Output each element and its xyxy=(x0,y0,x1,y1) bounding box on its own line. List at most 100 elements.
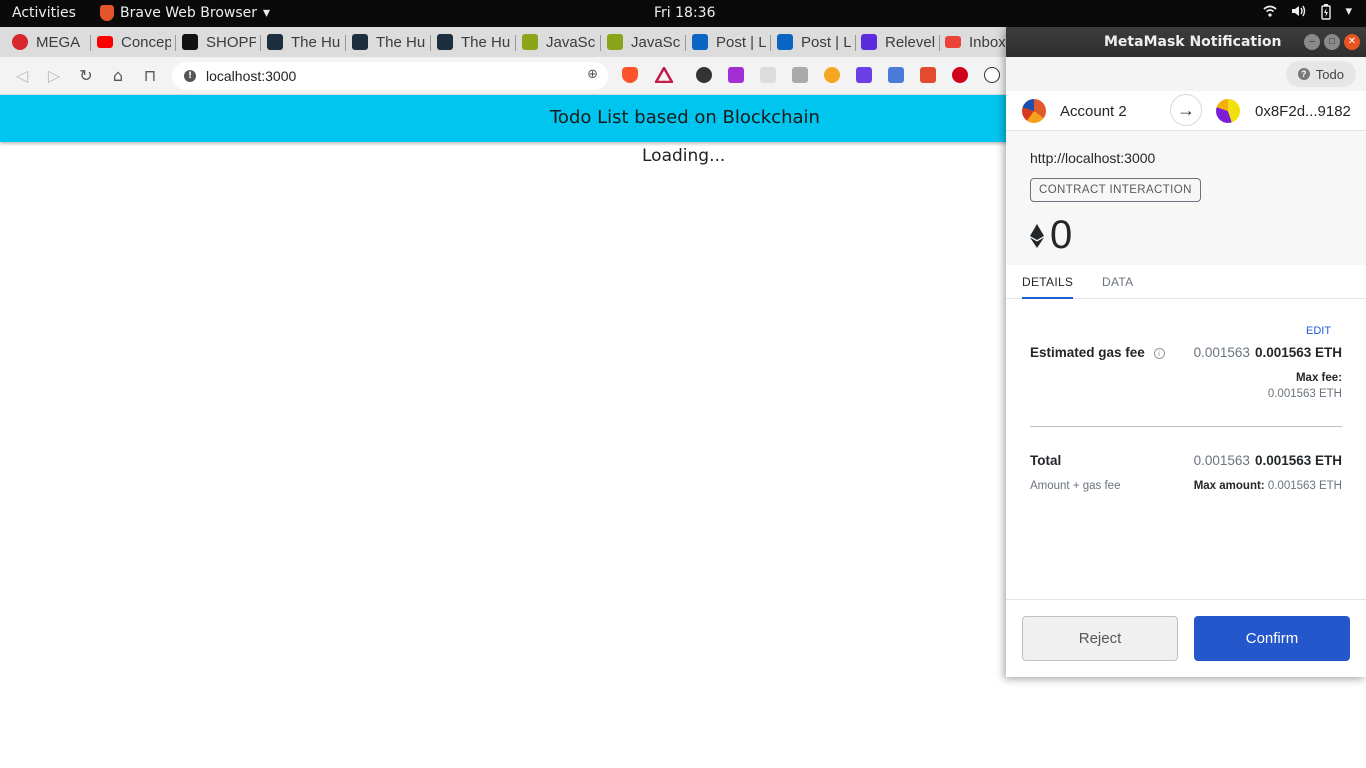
tab-linkedin-1[interactable]: Post | L xyxy=(692,27,766,57)
brave-rewards-icon[interactable] xyxy=(653,65,675,84)
confirm-button[interactable]: Confirm xyxy=(1194,616,1350,661)
tab-the-hub-1[interactable]: The Hu xyxy=(267,27,341,57)
linkedin-icon xyxy=(777,34,793,50)
tab-label: The Hu xyxy=(376,33,426,51)
tab-label: Concep xyxy=(121,33,171,51)
transaction-summary: http://localhost:3000 CONTRACT INTERACTI… xyxy=(1006,131,1366,265)
amount-value: 0 xyxy=(1050,213,1073,257)
tab-label: The Hu xyxy=(291,33,341,51)
gas-fee-eth: 0.001563 ETH xyxy=(1254,345,1342,360)
tab-separator xyxy=(260,35,261,51)
edit-gas-button[interactable]: EDIT xyxy=(1306,325,1331,337)
extension-icon-7[interactable] xyxy=(920,67,936,83)
app-name: Brave Web Browser xyxy=(120,5,257,21)
tab-separator xyxy=(430,35,431,51)
total-sub-label: Amount + gas fee xyxy=(1030,480,1121,492)
mega-icon xyxy=(12,34,28,50)
extension-icon-2[interactable] xyxy=(728,67,744,83)
extension-icon-9[interactable] xyxy=(984,67,1000,83)
metamask-titlebar[interactable]: MetaMask Notification – □ ✕ xyxy=(1006,27,1366,57)
gas-fee-fiat: 0.001563 xyxy=(1193,345,1250,360)
divider xyxy=(1030,426,1342,427)
ethereum-icon xyxy=(1030,223,1044,248)
tab-javascript-1[interactable]: JavaSc xyxy=(522,27,596,57)
tab-separator xyxy=(515,35,516,51)
gas-fee-row-label: Estimated gas fee i xyxy=(1030,345,1165,360)
extension-icon-3[interactable] xyxy=(760,67,776,83)
info-icon[interactable]: i xyxy=(1153,348,1165,359)
gas-fee-value: 0.001563 0.001563 ETH xyxy=(1194,345,1342,360)
maximize-icon[interactable]: □ xyxy=(1324,34,1340,50)
tab-details[interactable]: DETAILS xyxy=(1022,275,1074,299)
back-icon[interactable]: ◁ xyxy=(12,66,32,86)
extension-icon-5[interactable] xyxy=(824,67,840,83)
metamask-window: MetaMask Notification – □ ✕ ? Todo Accou… xyxy=(1006,27,1366,677)
brave-lion-icon xyxy=(100,5,114,21)
y-icon xyxy=(182,34,198,50)
chevron-down-icon: ▾ xyxy=(1345,4,1352,19)
page-title: Todo List based on Blockchain xyxy=(550,107,820,128)
home-icon[interactable]: ⌂ xyxy=(108,66,128,86)
tab-shopping[interactable]: SHOPP xyxy=(182,27,256,57)
tab-mega[interactable]: MEGA xyxy=(12,27,88,57)
system-top-bar: Activities Brave Web Browser ▾ Fri 18:36… xyxy=(0,0,1366,27)
translate-icon[interactable] xyxy=(888,67,904,83)
tab-gmail-inbox[interactable]: Inbox xyxy=(945,27,1005,57)
extension-icon-8[interactable] xyxy=(952,67,968,83)
tab-separator xyxy=(685,35,686,51)
tab-separator xyxy=(175,35,176,51)
site-info-icon[interactable]: ! xyxy=(184,70,196,82)
from-account[interactable]: Account 2 xyxy=(1060,103,1127,120)
tab-label: Post | L xyxy=(716,33,766,51)
contract-interaction-badge: CONTRACT INTERACTION xyxy=(1030,178,1201,202)
hub-icon xyxy=(352,34,368,50)
app-menu[interactable]: Brave Web Browser ▾ xyxy=(100,5,270,21)
tab-label: JavaSc xyxy=(631,33,681,51)
gmail-icon xyxy=(945,36,961,48)
youtube-icon xyxy=(97,36,113,48)
javascript-icon xyxy=(607,34,623,50)
forward-icon[interactable]: ▷ xyxy=(44,66,64,86)
bookmark-icon[interactable]: ⊓ xyxy=(140,66,160,86)
brave-shields-icon[interactable] xyxy=(622,67,638,83)
tab-separator xyxy=(855,35,856,51)
tab-the-hub-3[interactable]: The Hu xyxy=(437,27,511,57)
reload-icon[interactable]: ↻ xyxy=(76,66,96,86)
url-text[interactable]: localhost:3000 xyxy=(206,68,296,84)
account-avatar xyxy=(1022,99,1046,123)
tab-separator xyxy=(939,35,940,51)
relevel-icon xyxy=(861,34,877,50)
total-eth: 0.001563 ETH xyxy=(1254,453,1342,468)
action-footer: Reject Confirm xyxy=(1006,599,1366,677)
total-label: Total xyxy=(1030,453,1062,468)
network-selector[interactable]: ? Todo xyxy=(1285,61,1356,87)
account-row: Account 2 → 0x8F2d...9182 xyxy=(1006,91,1366,131)
gas-fee-label: Estimated gas fee xyxy=(1030,345,1145,360)
total-value: 0.001563 0.001563 ETH xyxy=(1194,453,1342,468)
tab-relevel[interactable]: Relevel xyxy=(861,27,937,57)
reject-button[interactable]: Reject xyxy=(1022,616,1178,661)
tab-linkedin-2[interactable]: Post | L xyxy=(777,27,851,57)
clock[interactable]: Fri 18:36 xyxy=(654,5,715,21)
tab-javascript-2[interactable]: JavaSc xyxy=(607,27,681,57)
system-tray[interactable]: ▾ xyxy=(1263,4,1352,24)
extension-icon-1[interactable] xyxy=(696,67,712,83)
extension-icon-6[interactable] xyxy=(856,67,872,83)
tab-youtube[interactable]: Concep xyxy=(97,27,171,57)
minimize-icon[interactable]: – xyxy=(1304,34,1320,50)
javascript-icon xyxy=(522,34,538,50)
max-amount-label: Max amount: xyxy=(1193,480,1265,492)
volume-icon xyxy=(1291,4,1307,24)
activities-button[interactable]: Activities xyxy=(12,5,76,21)
window-title: MetaMask Notification xyxy=(1104,34,1282,50)
to-address[interactable]: 0x8F2d...9182 xyxy=(1255,103,1351,120)
address-bar[interactable]: ! localhost:3000 ⊕ xyxy=(172,62,608,90)
tab-the-hub-2[interactable]: The Hu xyxy=(352,27,426,57)
network-label: Todo xyxy=(1315,66,1344,82)
zoom-icon[interactable]: ⊕ xyxy=(587,67,598,82)
total-fiat: 0.001563 xyxy=(1193,453,1250,468)
close-icon[interactable]: ✕ xyxy=(1344,34,1360,50)
extension-icon-4[interactable] xyxy=(792,67,808,83)
battery-icon xyxy=(1321,4,1332,24)
tab-data[interactable]: DATA xyxy=(1102,275,1133,289)
